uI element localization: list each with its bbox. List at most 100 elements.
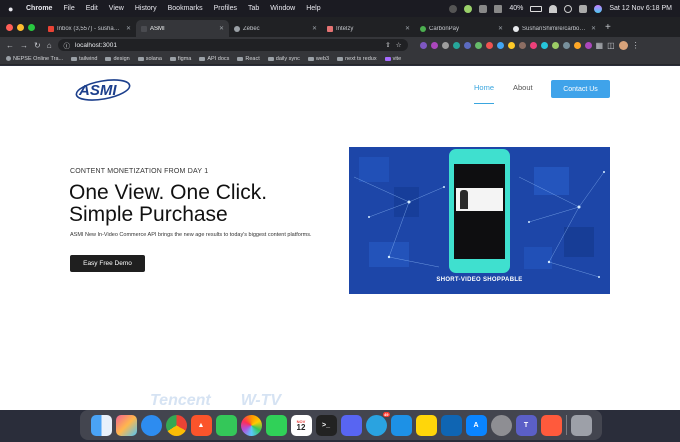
asmi-logo[interactable]: ASMI xyxy=(74,77,132,101)
tab-zebec[interactable]: Zebec ✕ xyxy=(229,20,322,37)
messages-icon[interactable] xyxy=(215,414,237,436)
close-tab-icon[interactable]: ✕ xyxy=(219,25,224,32)
notes-icon[interactable] xyxy=(415,414,437,436)
bookmark-next-ts-redux[interactable]: next ts redux xyxy=(337,56,377,62)
menu-history[interactable]: History xyxy=(135,5,157,12)
close-tab-icon[interactable]: ✕ xyxy=(498,25,503,32)
finder-icon[interactable] xyxy=(90,414,112,436)
tab-intelzy[interactable]: Intelzy ✕ xyxy=(322,20,415,37)
close-tab-icon[interactable]: ✕ xyxy=(405,25,410,32)
share-icon[interactable]: ⇧ xyxy=(385,41,390,49)
extension-icon[interactable] xyxy=(441,41,449,49)
menu-bookmarks[interactable]: Bookmarks xyxy=(168,5,203,12)
sidebar-icon[interactable]: ◫ xyxy=(607,41,615,50)
speaker-icon[interactable] xyxy=(494,4,503,13)
home-icon[interactable]: ⌂ xyxy=(47,41,52,50)
menu-file[interactable]: File xyxy=(63,5,74,12)
back-icon[interactable]: ← xyxy=(6,41,14,50)
bookmark-design[interactable]: design xyxy=(105,56,130,62)
tab-github[interactable]: SushanShimire/carbonPa ✕ xyxy=(508,20,601,37)
app-store-icon[interactable]: A xyxy=(465,414,487,436)
menu-tab[interactable]: Tab xyxy=(248,5,259,12)
extension-icon[interactable] xyxy=(419,41,427,49)
pencil-app-icon[interactable] xyxy=(540,414,562,436)
close-tab-icon[interactable]: ✕ xyxy=(312,25,317,32)
bookmark-figma[interactable]: figma xyxy=(169,56,191,62)
bookmark-daily-sync[interactable]: daily sync xyxy=(267,56,300,62)
vscode-icon[interactable] xyxy=(440,414,462,436)
menubar-clock[interactable]: Sat 12 Nov 6:18 PM xyxy=(609,5,672,12)
extension-icon[interactable] xyxy=(540,41,548,49)
extension-icon[interactable] xyxy=(463,41,471,49)
extension-icon[interactable] xyxy=(518,41,526,49)
bookmark-solana[interactable]: solana xyxy=(137,56,162,62)
tab-carbonpay[interactable]: CarbonPay ✕ xyxy=(415,20,508,37)
menu-profiles[interactable]: Profiles xyxy=(214,5,237,12)
wifi-icon[interactable] xyxy=(549,4,558,13)
new-tab-icon[interactable]: + xyxy=(605,22,611,33)
extension-icon[interactable] xyxy=(551,41,559,49)
extension-icon[interactable] xyxy=(529,41,537,49)
address-url[interactable]: localhost:3001 xyxy=(75,42,380,49)
menu-help[interactable]: Help xyxy=(306,5,320,12)
menu-window[interactable]: Window xyxy=(270,5,295,12)
extension-icon[interactable] xyxy=(573,41,581,49)
trash-icon[interactable] xyxy=(570,414,592,436)
control-center-icon[interactable] xyxy=(579,4,588,13)
extension-icon[interactable] xyxy=(474,41,482,49)
site-info-icon[interactable]: ⓘ xyxy=(64,40,71,50)
calendar-icon[interactable]: NOV 12 xyxy=(290,414,312,436)
extensions-puzzle-icon[interactable]: ▦ xyxy=(596,41,604,50)
bookmark-tailwind[interactable]: tailwind xyxy=(71,56,97,62)
extension-icon[interactable] xyxy=(507,41,515,49)
bluetooth-icon[interactable] xyxy=(479,4,488,13)
wechat-icon[interactable] xyxy=(464,4,473,13)
menu-view[interactable]: View xyxy=(109,5,124,12)
status-icon[interactable] xyxy=(449,4,458,13)
extension-icon[interactable] xyxy=(496,41,504,49)
menu-app-chrome[interactable]: Chrome xyxy=(26,5,52,12)
extension-icon[interactable] xyxy=(452,41,460,49)
discord-icon[interactable] xyxy=(340,414,362,436)
tab-gmail[interactable]: Inbox (3,557) - sushangm ✕ xyxy=(43,20,136,37)
brave-icon[interactable]: ▲ xyxy=(190,414,212,436)
siri-icon[interactable] xyxy=(594,4,603,13)
battery-icon[interactable] xyxy=(530,5,543,12)
profile-avatar[interactable] xyxy=(618,40,628,50)
bookmark-star-icon[interactable]: ☆ xyxy=(396,41,402,49)
system-settings-icon[interactable] xyxy=(490,414,512,436)
menu-edit[interactable]: Edit xyxy=(86,5,98,12)
search-icon[interactable] xyxy=(564,4,573,13)
close-window-icon[interactable] xyxy=(6,23,13,31)
terminal-icon[interactable]: >_ xyxy=(315,414,337,436)
bookmark-react[interactable]: React xyxy=(237,56,260,62)
nav-home-link[interactable]: Home xyxy=(474,83,494,92)
address-bar[interactable]: ⓘ localhost:3001 ⇧ ☆ xyxy=(57,39,408,51)
bookmark-vite[interactable]: vite xyxy=(384,56,401,62)
chrome-icon[interactable] xyxy=(165,414,187,436)
tab-asmi[interactable]: ASMI ✕ xyxy=(136,20,229,37)
easy-free-demo-button[interactable]: Easy Free Demo xyxy=(70,255,145,272)
reload-icon[interactable]: ↻ xyxy=(34,41,41,50)
extension-icon[interactable] xyxy=(562,41,570,49)
close-tab-icon[interactable]: ✕ xyxy=(591,25,596,32)
nav-about-link[interactable]: About xyxy=(513,83,533,92)
zoom-window-icon[interactable] xyxy=(28,23,35,31)
teams-icon[interactable]: T xyxy=(515,414,537,436)
menu-kebab-icon[interactable]: ⋮ xyxy=(632,41,640,50)
apple-icon[interactable]: ● xyxy=(8,4,18,14)
telegram-icon[interactable]: 49 xyxy=(365,411,390,436)
contact-us-button[interactable]: Contact Us xyxy=(551,80,610,98)
bookmark-nepse[interactable]: NEPSE Online Tra... xyxy=(6,56,63,62)
close-tab-icon[interactable]: ✕ xyxy=(126,25,131,32)
safari-icon[interactable] xyxy=(140,414,162,436)
launchpad-icon[interactable] xyxy=(115,414,137,436)
bookmark-api-docs[interactable]: API docs xyxy=(199,56,229,62)
facetime-icon[interactable] xyxy=(265,414,287,436)
extension-icon[interactable] xyxy=(584,41,592,49)
minimize-window-icon[interactable] xyxy=(17,23,24,31)
docker-icon[interactable] xyxy=(390,414,412,436)
extension-icon[interactable] xyxy=(430,41,438,49)
forward-icon[interactable]: → xyxy=(20,41,28,50)
extension-icon[interactable] xyxy=(485,41,493,49)
